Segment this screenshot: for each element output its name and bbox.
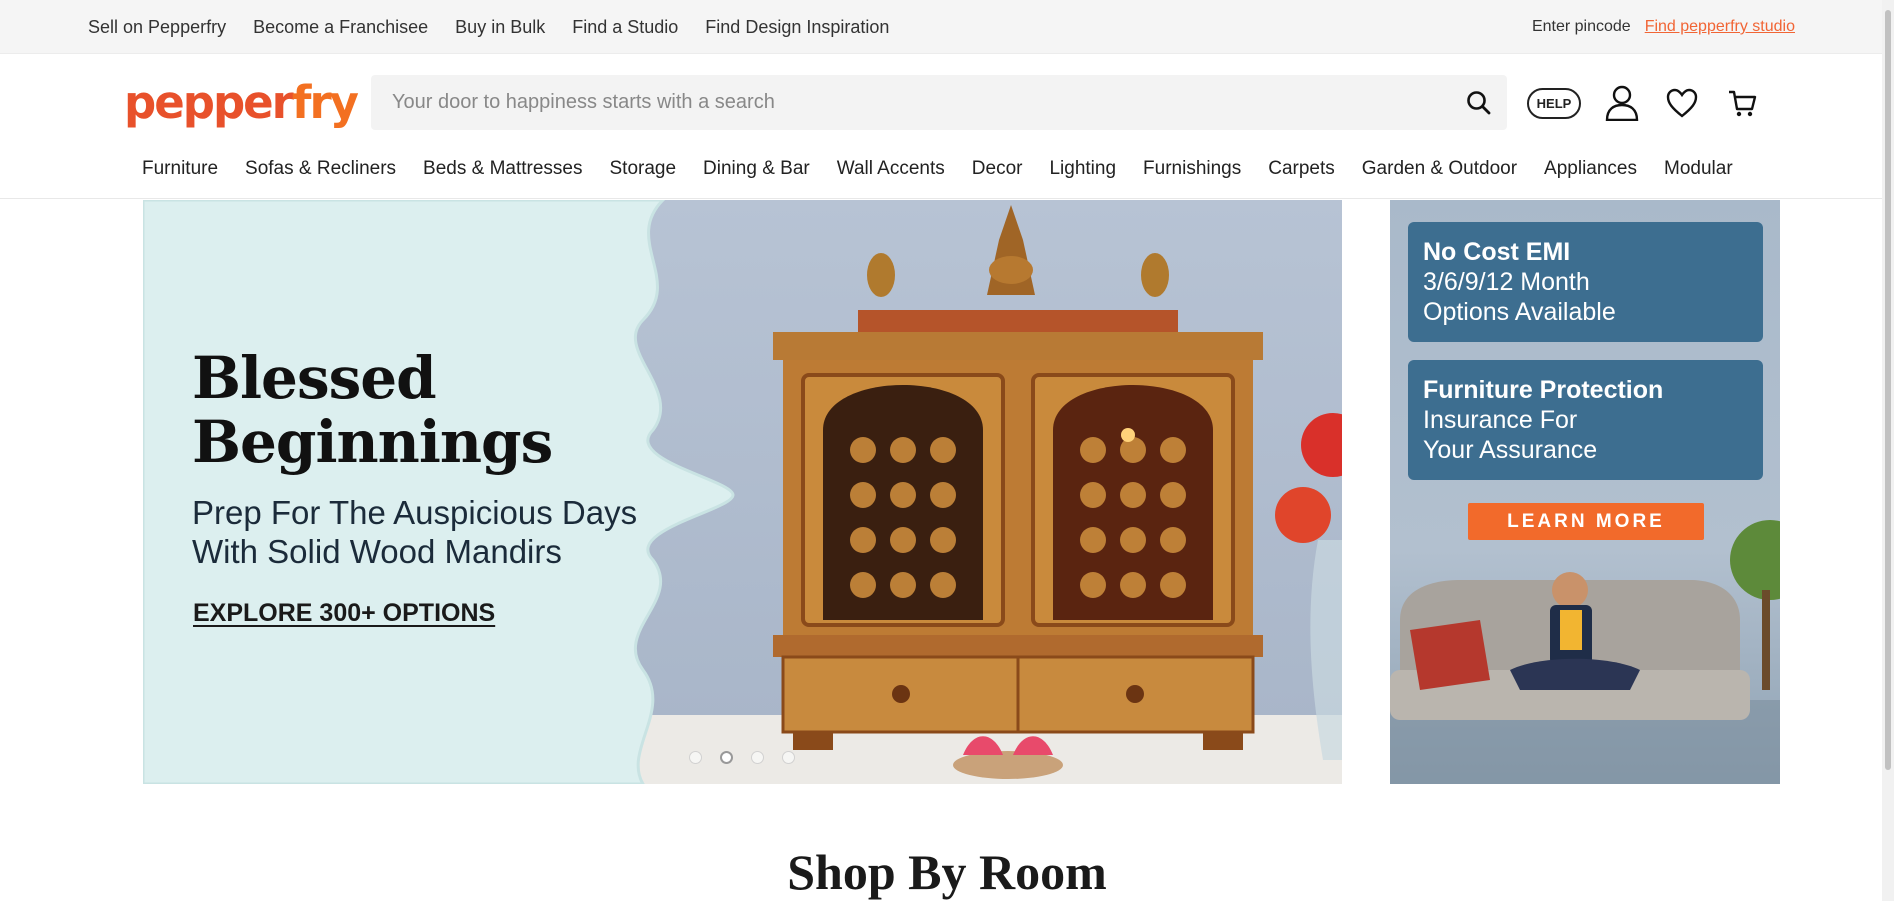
carousel-dots	[689, 751, 795, 764]
pepperfry-logo[interactable]: pepperfry	[124, 76, 359, 129]
scrollbar-thumb[interactable]	[1885, 10, 1891, 770]
carousel-dot-2[interactable]	[720, 751, 733, 764]
search-input[interactable]	[371, 75, 1431, 130]
hero-title: Blessed Beginnings	[192, 344, 553, 476]
search-bar	[371, 75, 1507, 130]
help-button[interactable]: HELP	[1527, 87, 1581, 119]
nav-appliances[interactable]: Appliances	[1544, 158, 1637, 180]
page-scrollbar[interactable]	[1882, 0, 1894, 901]
hero-banner[interactable]: Blessed Beginnings Prep For The Auspicio…	[143, 200, 1342, 784]
carousel-dot-1[interactable]	[689, 751, 702, 764]
carousel-dot-4[interactable]	[782, 751, 795, 764]
explore-options-link[interactable]: EXPLORE 300+ OPTIONS	[193, 599, 495, 628]
nav-wall-accents[interactable]: Wall Accents	[837, 158, 945, 180]
pincode-label[interactable]: Enter pincode	[1532, 18, 1631, 36]
sell-on-pepperfry-link[interactable]: Sell on Pepperfry	[88, 17, 226, 38]
sofa-man-image	[1390, 520, 1780, 784]
top-utility-bar: Sell on Pepperfry Become a Franchisee Bu…	[0, 0, 1894, 54]
nav-garden-outdoor[interactable]: Garden & Outdoor	[1362, 158, 1517, 180]
nav-furnishings[interactable]: Furnishings	[1143, 158, 1241, 180]
heart-icon[interactable]	[1663, 84, 1701, 122]
shop-by-room-title: Shop By Room	[787, 844, 1107, 900]
nav-decor[interactable]: Decor	[972, 158, 1023, 180]
nav-storage[interactable]: Storage	[610, 158, 677, 180]
search-icon[interactable]	[1465, 89, 1493, 117]
carousel-dot-3[interactable]	[751, 751, 764, 764]
nav-lighting[interactable]: Lighting	[1049, 158, 1116, 180]
hero-subtitle: Prep For The Auspicious Days With Solid …	[192, 493, 637, 571]
user-icon[interactable]	[1603, 84, 1641, 122]
logo-main-text: pepper	[124, 76, 294, 129]
nav-modular[interactable]: Modular	[1664, 158, 1733, 180]
nav-sofas-recliners[interactable]: Sofas & Recliners	[245, 158, 396, 180]
become-franchisee-link[interactable]: Become a Franchisee	[253, 17, 428, 38]
category-nav: Furniture Sofas & Recliners Beds & Mattr…	[142, 154, 1733, 184]
logo-accent-text: fry	[291, 76, 359, 129]
buy-in-bulk-link[interactable]: Buy in Bulk	[455, 17, 545, 38]
find-design-inspiration-link[interactable]: Find Design Inspiration	[705, 17, 889, 38]
find-studio-link[interactable]: Find a Studio	[572, 17, 678, 38]
nav-carpets[interactable]: Carpets	[1268, 158, 1335, 180]
nav-furniture[interactable]: Furniture	[142, 158, 218, 180]
pincode-area: Enter pincode Find pepperfry studio	[1532, 0, 1795, 54]
hero-title-line2: Beginnings	[192, 408, 553, 476]
find-pepperfry-studio-link[interactable]: Find pepperfry studio	[1645, 18, 1795, 36]
nav-beds-mattresses[interactable]: Beds & Mattresses	[423, 158, 582, 180]
side-ad-banner[interactable]: No Cost EMI 3/6/9/12 Month Options Avail…	[1390, 200, 1780, 784]
utility-links: Sell on Pepperfry Become a Franchisee Bu…	[88, 0, 889, 54]
cart-icon[interactable]	[1723, 84, 1761, 122]
hero-subtitle-line2: With Solid Wood Mandirs	[192, 533, 562, 570]
nav-dining-bar[interactable]: Dining & Bar	[703, 158, 810, 180]
hero-subtitle-line1: Prep For The Auspicious Days	[192, 494, 638, 531]
hero-title-line1: Blessed	[192, 344, 437, 412]
header-icons: HELP	[1527, 84, 1761, 122]
main-header: pepperfry HELP Furniture Sofas & Recline…	[0, 54, 1894, 199]
wooden-mandir-image	[143, 200, 1342, 784]
